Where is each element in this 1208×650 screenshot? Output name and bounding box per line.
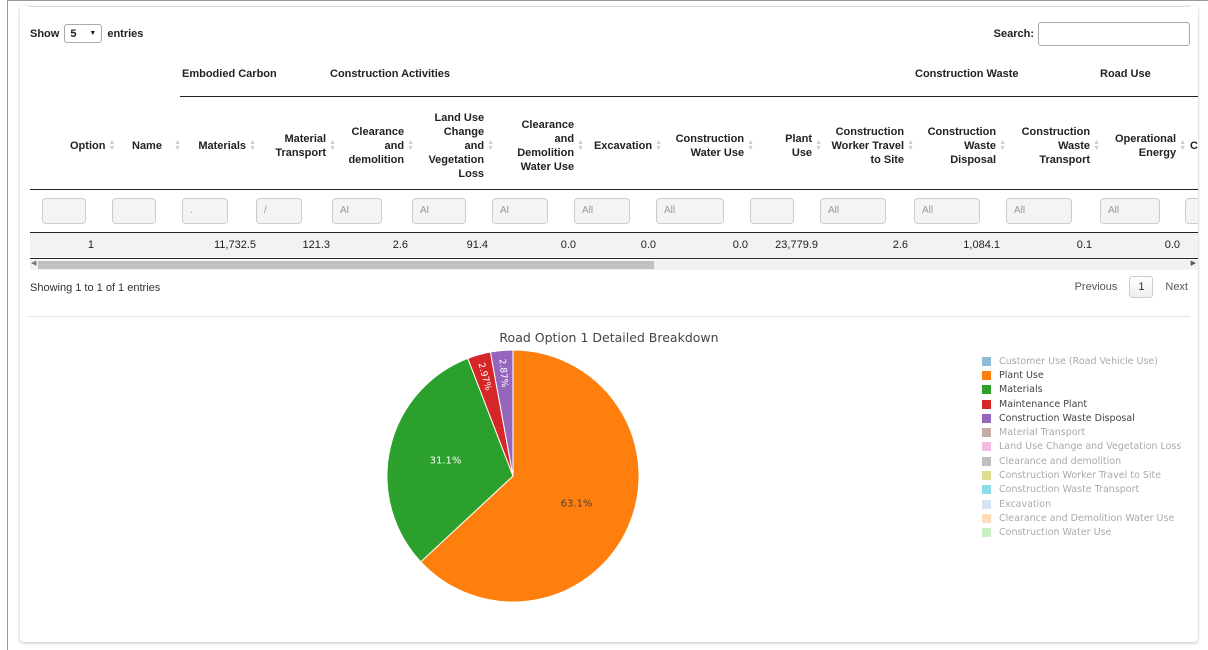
- legend-item[interactable]: Construction Waste Transport: [982, 483, 1181, 497]
- legend-item[interactable]: Excavation: [982, 497, 1181, 511]
- window-border-left: [7, 0, 8, 650]
- legend-swatch: [982, 356, 991, 366]
- legend-swatch: [982, 471, 991, 481]
- legend-label: Construction Water Use: [999, 527, 1112, 539]
- legend-label: Construction Waste Disposal: [999, 412, 1135, 424]
- legend-swatch: [982, 485, 991, 495]
- pie-chart: 63.1%31.1%2.97% 2.87%: [386, 349, 640, 603]
- legend-swatch: [982, 499, 991, 509]
- legend-swatch: [982, 413, 991, 423]
- legend-swatch: [982, 456, 991, 466]
- legend-label: Excavation: [999, 498, 1052, 510]
- chart-legend: Customer Use (Road Vehicle Use) Plant Use…: [982, 354, 1181, 540]
- legend-item[interactable]: Clearance and Demolition Water Use: [982, 511, 1181, 525]
- legend-label: Customer Use (Road Vehicle Use): [999, 355, 1158, 367]
- pie-data-label: 63.1%: [561, 499, 593, 510]
- legend-item[interactable]: Plant Use: [982, 368, 1181, 382]
- legend-label: Land Use Change and Vegetation Loss: [999, 441, 1182, 453]
- legend-item[interactable]: Construction Worker Travel to Site: [982, 468, 1181, 482]
- legend-swatch: [982, 442, 991, 452]
- legend-label: Construction Waste Transport: [999, 484, 1140, 496]
- legend-item[interactable]: Clearance and demolition: [982, 454, 1181, 468]
- legend-label: Maintenance Plant: [999, 398, 1088, 410]
- legend-item[interactable]: Customer Use (Road Vehicle Use): [982, 354, 1181, 368]
- legend-swatch: [982, 370, 991, 380]
- legend-swatch: [982, 528, 991, 538]
- pie-data-label: 31.1%: [430, 455, 462, 466]
- legend-label: Plant Use: [999, 369, 1044, 381]
- legend-item[interactable]: Construction Waste Disposal: [982, 411, 1181, 425]
- legend-swatch: [982, 428, 991, 438]
- legend-label: Construction Worker Travel to Site: [999, 470, 1162, 482]
- datatable-card: Show 5 ▼ entries Search: Embodied Carbon…: [20, 6, 1198, 642]
- legend-swatch: [982, 513, 991, 523]
- legend-label: Materials: [999, 384, 1043, 396]
- legend-label: Material Transport: [999, 427, 1086, 439]
- legend-item[interactable]: Material Transport: [982, 425, 1181, 439]
- legend-item[interactable]: Maintenance Plant: [982, 397, 1181, 411]
- legend-item[interactable]: Land Use Change and Vegetation Loss: [982, 440, 1181, 454]
- window-border-top: [7, 0, 1208, 1]
- legend-item[interactable]: Construction Water Use: [982, 526, 1181, 540]
- legend-item[interactable]: Materials: [982, 383, 1181, 397]
- legend-swatch: [982, 399, 991, 409]
- legend-swatch: [982, 385, 991, 395]
- legend-label: Clearance and Demolition Water Use: [999, 512, 1175, 524]
- legend-label: Clearance and demolition: [999, 455, 1122, 467]
